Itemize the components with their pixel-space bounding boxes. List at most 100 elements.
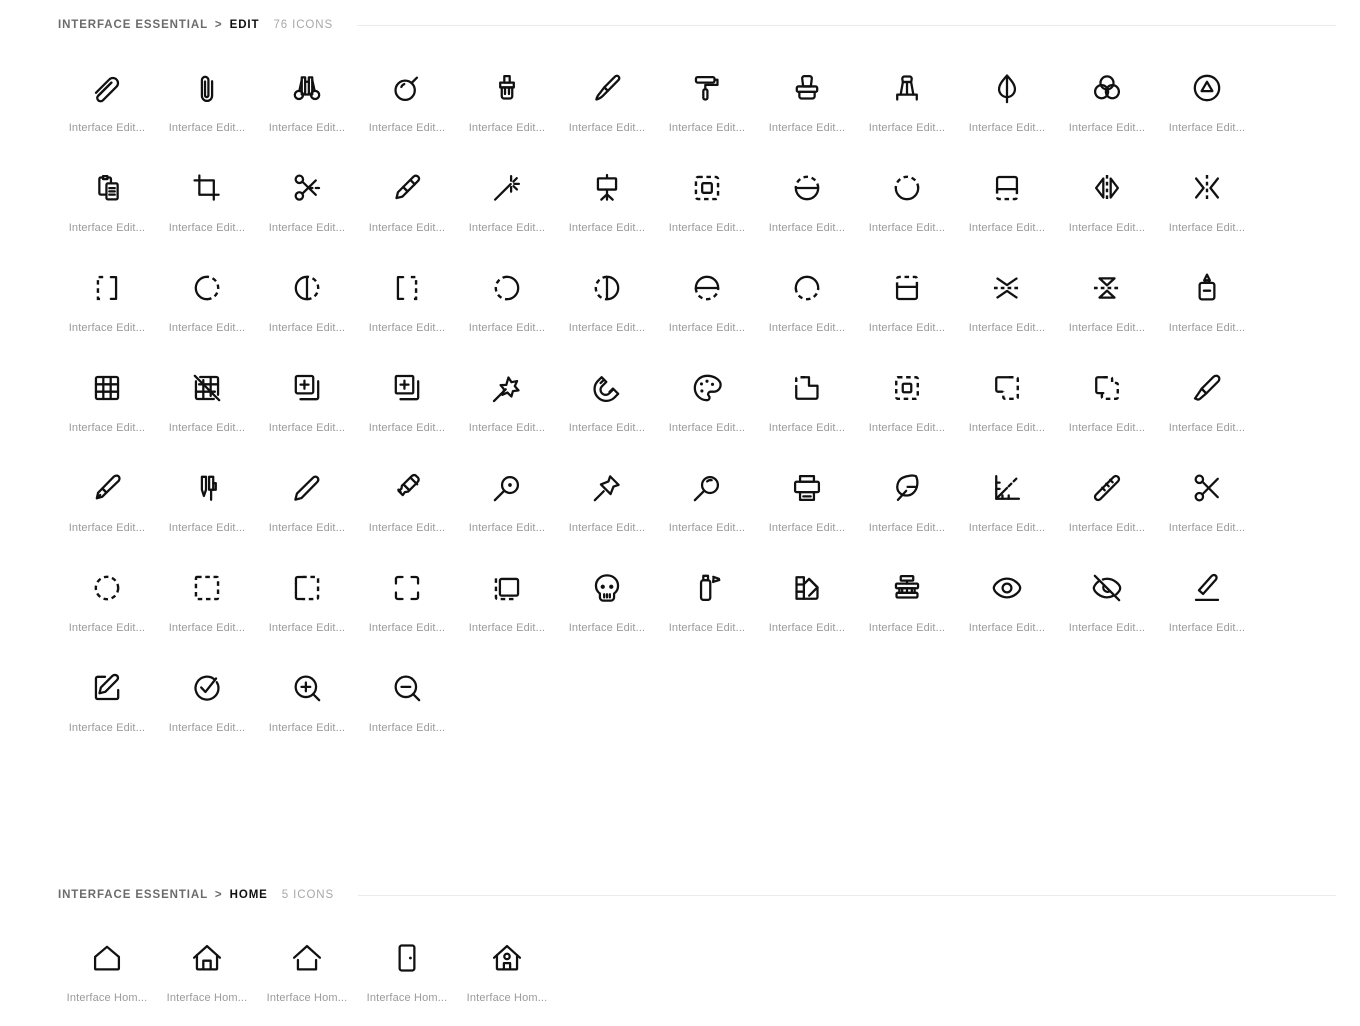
icon-cell-brackets-mirror-right[interactable]: Interface Edit... [357,256,457,356]
icon-cell-rect-half-dashed-bottom[interactable]: Interface Edit... [957,156,1057,256]
icon-cell-binoculars[interactable]: Interface Edit... [257,56,357,156]
stamp-icon[interactable] [783,64,831,112]
push-pin-icon[interactable] [583,464,631,512]
icon-cell-paint-roller[interactable]: Interface Edit... [657,56,757,156]
rect-half-dashed-top-icon[interactable] [883,264,931,312]
rect-half-dashed-bottom-icon[interactable] [983,164,1031,212]
icon-cell-boolean-subtract[interactable]: Interface Edit... [757,356,857,456]
droplet-half-icon[interactable] [983,64,1031,112]
flip-horizontal-arrows-icon[interactable] [1083,164,1131,212]
icon-cell-stamp[interactable]: Interface Edit... [757,56,857,156]
icon-cell-color-swatches[interactable]: Interface Edit... [757,556,857,656]
clamp-icon[interactable] [883,64,931,112]
grid-off-icon[interactable] [183,364,231,412]
selection-corners-icon[interactable] [383,564,431,612]
icon-cell-boolean-exclude[interactable]: Interface Edit... [957,356,1057,456]
icon-cell-selection-shape[interactable]: Interface Edit... [457,556,557,656]
edit-square-pencil-icon[interactable] [83,664,131,712]
icon-cell-magnifier[interactable]: Interface Edit... [657,456,757,556]
icon-cell-selection-square-dashed[interactable]: Interface Edit... [157,556,257,656]
merge-horizontal-icon[interactable] [1183,164,1231,212]
icon-cell-circle-dashed-bottom[interactable]: Interface Edit... [757,256,857,356]
paint-roller-icon[interactable] [683,64,731,112]
paperclip-icon[interactable] [183,64,231,112]
icon-cell-ink-bottle[interactable]: Interface Edit... [1157,256,1257,356]
flip-vertical-arrows-icon[interactable] [983,264,1031,312]
eye-off-icon[interactable] [1083,564,1131,612]
scissors-cut-icon[interactable] [283,164,331,212]
icon-cell-zoom-in[interactable]: Interface Edit... [257,656,357,756]
circle-dashed-bottom-icon[interactable] [783,264,831,312]
pen-underline-icon[interactable] [1183,564,1231,612]
icon-cell-droplet-half[interactable]: Interface Edit... [957,56,1057,156]
printer-icon[interactable] [783,464,831,512]
ink-bottle-icon[interactable] [1183,264,1231,312]
ruler-icon[interactable] [1083,464,1131,512]
circle-triangle-icon[interactable] [1183,64,1231,112]
selection-circle-dashed-icon[interactable] [83,564,131,612]
circle-dashed-top-icon[interactable] [883,164,931,212]
icon-cell-home-window[interactable]: Interface Hom... [457,926,557,1026]
icon-cell-eye-off[interactable]: Interface Edit... [1057,556,1157,656]
spray-can-icon[interactable] [683,564,731,612]
two-pens-icon[interactable] [183,464,231,512]
icon-cell-easel[interactable]: Interface Edit... [557,156,657,256]
icon-cell-merge-horizontal[interactable]: Interface Edit... [1157,156,1257,256]
icon-cell-magic-wand-sparkle[interactable]: Interface Edit... [457,156,557,256]
brackets-mirror-right-icon[interactable] [383,264,431,312]
icon-cell-flip-vertical-triangles[interactable]: Interface Edit... [1057,256,1157,356]
icon-cell-crop[interactable]: Interface Edit... [157,156,257,256]
icon-cell-pen-nib[interactable]: Interface Edit... [57,456,157,556]
magic-wand-sparkle-icon[interactable] [483,164,531,212]
home-open-icon[interactable] [283,934,331,982]
home-door-icon[interactable] [183,934,231,982]
icon-cell-paperclip[interactable]: Interface Edit... [157,56,257,156]
icon-cell-eye[interactable]: Interface Edit... [957,556,1057,656]
marker-icon[interactable] [383,464,431,512]
icon-cell-selection-corners[interactable]: Interface Edit... [357,556,457,656]
icon-cell-circle-half-dashed-left[interactable]: Interface Edit... [557,256,657,356]
icon-cell-circle-dashed-left[interactable]: Interface Edit... [457,256,557,356]
color-mix-circles-icon[interactable] [1083,64,1131,112]
icon-cell-paperclip-angled[interactable]: Interface Edit... [57,56,157,156]
zoom-in-icon[interactable] [283,664,331,712]
icon-cell-push-pin[interactable]: Interface Edit... [557,456,657,556]
easel-icon[interactable] [583,164,631,212]
icon-cell-paintbrush[interactable]: Interface Edit... [557,56,657,156]
icon-cell-zoom-out[interactable]: Interface Edit... [357,656,457,756]
icon-cell-door[interactable]: Interface Hom... [357,926,457,1026]
paintbrush-icon[interactable] [583,64,631,112]
icon-cell-brackets-mirror-left[interactable]: Interface Edit... [57,256,157,356]
icon-cell-home-open[interactable]: Interface Hom... [257,926,357,1026]
magnifier-icon[interactable] [683,464,731,512]
icon-cell-clamp[interactable]: Interface Edit... [857,56,957,156]
icon-cell-circle-dashed-right[interactable]: Interface Edit... [157,256,257,356]
icon-cell-rect-half-dashed-top[interactable]: Interface Edit... [857,256,957,356]
icon-cell-marker[interactable]: Interface Edit... [357,456,457,556]
palette-icon[interactable] [683,364,731,412]
icon-cell-color-mix-circles[interactable]: Interface Edit... [1057,56,1157,156]
magic-wand-star-icon[interactable] [483,364,531,412]
icon-cell-circle-half-dashed-bottom[interactable]: Interface Edit... [657,256,757,356]
icon-cell-grid-off[interactable]: Interface Edit... [157,356,257,456]
flip-circle-horizontal-icon[interactable] [783,164,831,212]
grid-icon[interactable] [83,364,131,412]
boolean-exclude-icon[interactable] [983,364,1031,412]
icon-cell-ruler-angle[interactable]: Interface Edit... [957,456,1057,556]
add-layer-round-icon[interactable] [283,364,331,412]
color-swatches-icon[interactable] [783,564,831,612]
selection-square-dashed-icon[interactable] [183,564,231,612]
icon-cell-boolean-intersect[interactable]: Interface Edit... [857,356,957,456]
icon-cell-pen-write[interactable]: Interface Edit... [1157,356,1257,456]
circle-half-dashed-bottom-icon[interactable] [683,264,731,312]
icon-cell-boolean-union[interactable]: Interface Edit... [1057,356,1157,456]
icon-cell-add-layer-square[interactable]: Interface Edit... [357,356,457,456]
icon-cell-skull[interactable]: Interface Edit... [557,556,657,656]
icon-cell-flip-vertical-arrows[interactable]: Interface Edit... [957,256,1057,356]
icon-cell-spray-can[interactable]: Interface Edit... [657,556,757,656]
bomb-icon[interactable] [383,64,431,112]
pencil-icon[interactable] [283,464,331,512]
ruler-angle-icon[interactable] [983,464,1031,512]
circle-half-dashed-right-icon[interactable] [283,264,331,312]
icon-cell-grid[interactable]: Interface Edit... [57,356,157,456]
